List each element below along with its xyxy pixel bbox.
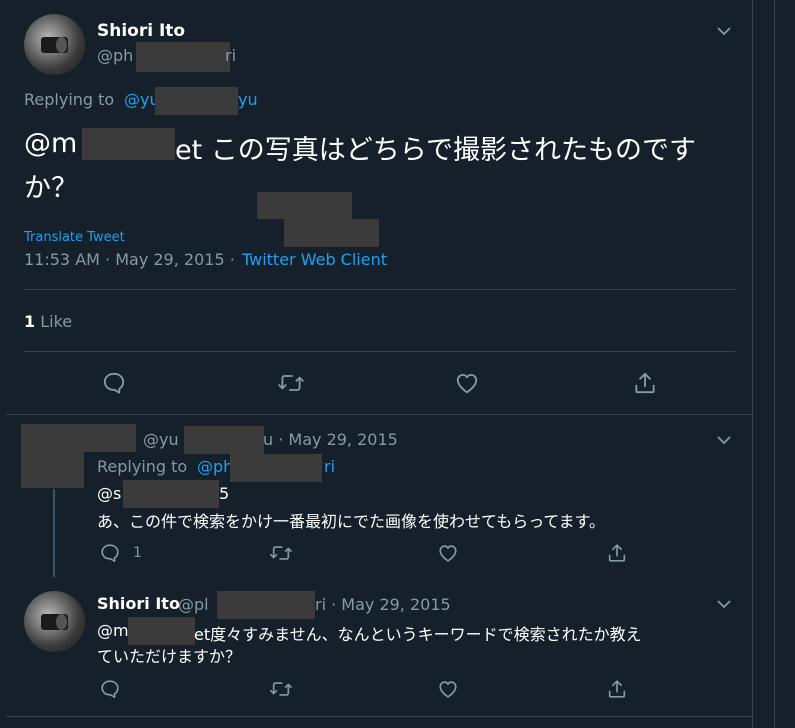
- likes-count: 1: [24, 312, 36, 331]
- divider: [24, 351, 735, 352]
- reply-handle-prefix: @pl: [178, 595, 209, 614]
- replying-handle-suffix[interactable]: yu: [238, 90, 258, 109]
- share-icon[interactable]: [632, 370, 658, 396]
- tweet-text-line2: か？: [24, 173, 78, 204]
- redaction: [284, 219, 379, 247]
- redaction: [155, 87, 238, 115]
- reply-text-line1: 5: [219, 484, 230, 503]
- avatar[interactable]: [24, 14, 85, 75]
- reply-handle-prefix: @yu: [143, 430, 179, 449]
- redaction: [136, 42, 230, 72]
- replying-label: Replying to: [24, 90, 115, 109]
- reply-text-line1: et度々すみません、なんというキーワードで検索されたか教え: [194, 625, 642, 644]
- author-handle-suffix: ri: [225, 46, 237, 65]
- redaction: [184, 426, 264, 454]
- reply-text-prefix: @s: [97, 484, 122, 503]
- reply-handle-suffix: u · May 29, 2015: [263, 430, 398, 449]
- reply-icon[interactable]: [99, 542, 121, 564]
- tweet-text-prefix: @m: [24, 128, 78, 159]
- chevron-down-icon[interactable]: [716, 595, 732, 614]
- like-icon[interactable]: [437, 678, 459, 700]
- redaction: [217, 591, 315, 619]
- redaction: [84, 424, 136, 452]
- likes-stat[interactable]: 1 Like: [24, 312, 72, 331]
- author-name[interactable]: Shiori Ito: [97, 594, 180, 613]
- tweet-timestamp[interactable]: 11:53 AM · May 29, 2015 ·: [24, 250, 235, 269]
- reply-count: 1: [133, 545, 142, 561]
- like-icon[interactable]: [437, 542, 459, 564]
- translate-tweet-link[interactable]: Translate Tweet: [24, 230, 125, 245]
- redaction: [128, 617, 195, 645]
- chevron-down-icon[interactable]: [716, 431, 732, 450]
- redaction: [123, 480, 219, 508]
- share-icon[interactable]: [606, 678, 628, 700]
- retweet-icon[interactable]: [269, 542, 293, 564]
- thread-line: [53, 489, 55, 577]
- divider: [24, 289, 735, 290]
- chevron-down-icon[interactable]: [716, 22, 732, 41]
- reply-text-line2: あ、この件で検索をかけ一番最初にでた画像を使わせてもらってます。: [97, 512, 606, 531]
- tweet-separator: [6, 716, 752, 717]
- retweet-icon[interactable]: [269, 678, 293, 700]
- author-name[interactable]: Shiori Ito: [97, 21, 185, 41]
- avatar[interactable]: [24, 591, 85, 652]
- reply-text-line2: ていただけますか？: [97, 647, 242, 666]
- replying-handle-suffix[interactable]: ri: [324, 457, 335, 476]
- replying-label: Replying to: [97, 457, 188, 476]
- tweet-text-line1: et この写真はどちらで撮影されたものです: [175, 135, 696, 166]
- reply-icon[interactable]: [99, 678, 121, 700]
- timeline-column: [6, 0, 753, 728]
- tweet-client-link[interactable]: Twitter Web Client: [242, 250, 387, 269]
- replying-handle-prefix[interactable]: @ph: [197, 457, 233, 476]
- reply-icon[interactable]: [101, 370, 127, 396]
- retweet-icon[interactable]: [277, 370, 305, 396]
- redaction: [257, 192, 352, 219]
- share-icon[interactable]: [606, 542, 628, 564]
- redaction: [21, 424, 84, 488]
- scrollbar[interactable]: [774, 0, 775, 728]
- like-icon[interactable]: [454, 370, 480, 396]
- likes-label: Like: [35, 312, 73, 331]
- reply-handle-suffix: ri · May 29, 2015: [315, 595, 451, 614]
- author-handle-prefix: @ph: [97, 46, 134, 65]
- tweet-separator: [6, 414, 752, 415]
- redaction: [82, 128, 175, 160]
- reply-text-prefix: @m: [97, 621, 129, 640]
- redaction: [230, 454, 322, 482]
